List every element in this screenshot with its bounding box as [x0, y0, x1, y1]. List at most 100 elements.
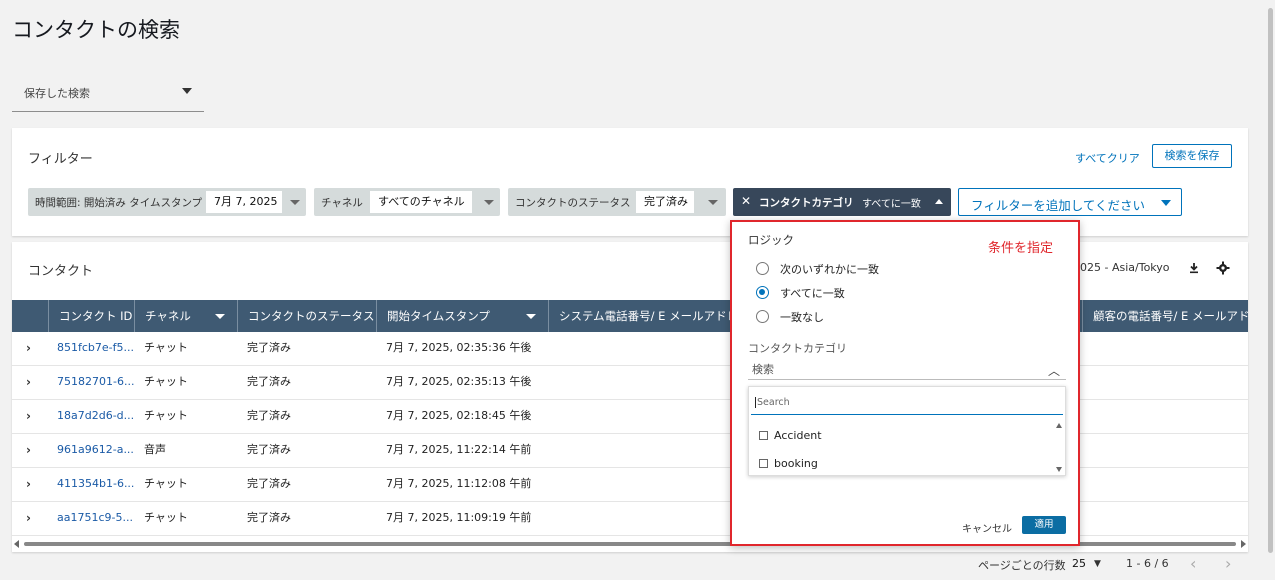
- chevron-right-icon[interactable]: ›: [26, 332, 31, 364]
- filter-chip-contact-category[interactable]: ✕ コンタクトカテゴリ すべてに一致: [733, 188, 951, 216]
- list-item[interactable]: Accident: [759, 429, 822, 445]
- chevron-right-icon[interactable]: ›: [26, 468, 31, 500]
- page-range: 1 - 6 / 6: [1126, 557, 1169, 570]
- status-cell: 完了済み: [247, 477, 291, 490]
- rows-per-page-select[interactable]: 25: [1072, 557, 1086, 570]
- column-header-channel[interactable]: チャネル: [135, 300, 238, 332]
- close-icon[interactable]: ✕: [741, 194, 751, 208]
- chevron-right-icon[interactable]: ›: [26, 502, 31, 534]
- start-timestamp-cell: 7月 7, 2025, 02:35:36 午後: [386, 341, 532, 354]
- start-timestamp-cell: 7月 7, 2025, 11:12:08 午前: [386, 477, 532, 490]
- filter-chip-time-range[interactable]: 時間範囲: 開始済み タイムスタンプ 7月 7, 2025: [28, 188, 306, 216]
- add-filter-label: フィルターを追加してください: [971, 198, 1146, 213]
- download-icon[interactable]: [1188, 262, 1200, 274]
- scroll-left-icon[interactable]: [14, 540, 19, 548]
- contact-id-link[interactable]: 18a7d2d6-d...: [57, 400, 134, 434]
- channel-cell: チャット: [144, 341, 188, 354]
- chevron-up-icon[interactable]: [935, 199, 943, 204]
- scrollbar-thumb[interactable]: [1268, 8, 1273, 553]
- channel-cell: チャット: [144, 375, 188, 388]
- chevron-left-icon[interactable]: ‹: [1190, 554, 1196, 573]
- apply-button[interactable]: 適用: [1022, 516, 1066, 534]
- pagination: ページごとの行数 25 ▼ 1 - 6 / 6 ‹ ›: [0, 552, 1275, 580]
- search-placeholder: Search: [755, 397, 790, 408]
- filter-chip-status[interactable]: コンタクトのステータス 完了済み: [508, 188, 726, 216]
- gear-icon[interactable]: [1216, 261, 1230, 275]
- chevron-right-icon[interactable]: ›: [26, 434, 31, 466]
- contact-id-link[interactable]: aa1751c9-5...: [57, 502, 133, 536]
- column-header-customer-phone[interactable]: 顧客の電話番号/ E メールアドレス: [1083, 300, 1248, 332]
- column-header-start-label: 開始タイムスタンプ: [387, 309, 490, 323]
- chevron-down-icon[interactable]: [708, 200, 718, 205]
- channel-cell: チャット: [144, 477, 188, 490]
- cancel-button[interactable]: キャンセル: [962, 520, 1012, 535]
- list-item[interactable]: booking: [759, 457, 818, 473]
- channel-cell: 音声: [144, 443, 166, 456]
- start-timestamp-cell: 7月 7, 2025, 11:22:14 午前: [386, 443, 532, 456]
- start-timestamp-cell: 7月 7, 2025, 02:18:45 午後: [386, 409, 532, 422]
- annotation-label: 条件を指定: [988, 241, 1054, 256]
- category-search-field[interactable]: 検索 ︿: [748, 358, 1066, 380]
- contact-id-link[interactable]: 961a9612-a...: [57, 434, 134, 468]
- saved-search-dropdown[interactable]: 保存した検索: [12, 74, 204, 112]
- vertical-scrollbar[interactable]: [1266, 0, 1275, 580]
- status-cell: 完了済み: [247, 511, 291, 524]
- radio-label-match-none[interactable]: 一致なし: [780, 309, 824, 325]
- radio-match-any[interactable]: [756, 262, 769, 275]
- chevron-down-icon: [1161, 200, 1171, 206]
- logic-title: ロジック: [748, 233, 794, 247]
- category-list: Search Accident booking: [748, 386, 1066, 476]
- chevron-down-icon[interactable]: [484, 200, 494, 205]
- save-search-button[interactable]: 検索を保存: [1152, 144, 1232, 168]
- chevron-down-icon: [182, 88, 192, 94]
- radio-label-match-all[interactable]: すべてに一致: [780, 285, 845, 301]
- contact-id-link[interactable]: 411354b1-6...: [57, 468, 134, 502]
- scroll-up-icon[interactable]: [1056, 423, 1062, 428]
- contact-id-link[interactable]: 851fcb7e-f5...: [57, 332, 134, 366]
- status-filter-value[interactable]: 完了済み: [636, 191, 694, 213]
- scroll-down-icon[interactable]: [1056, 467, 1062, 472]
- status-cell: 完了済み: [247, 409, 291, 422]
- category-title: コンタクトカテゴリ: [748, 342, 847, 355]
- chevron-down-icon[interactable]: [290, 200, 300, 205]
- category-filter-popover: ロジック 条件を指定 次のいずれかに一致 すべてに一致 一致なし コンタクトカテ…: [730, 220, 1080, 546]
- chevron-right-icon[interactable]: ›: [26, 366, 31, 398]
- radio-match-all[interactable]: [756, 286, 769, 299]
- category-list-search-input[interactable]: Search: [751, 391, 1063, 415]
- status-cell: 完了済み: [247, 443, 291, 456]
- list-item-label: booking: [774, 457, 818, 470]
- contacts-title: コンタクト: [28, 264, 94, 279]
- start-timestamp-cell: 7月 7, 2025, 11:09:19 午前: [386, 511, 532, 524]
- checkbox[interactable]: [759, 459, 768, 468]
- time-range-value[interactable]: 7月 7, 2025: [206, 191, 282, 213]
- page-title: コンタクトの検索: [12, 18, 180, 42]
- filter-title: フィルター: [28, 152, 93, 167]
- time-range-label: 時間範囲: 開始済み タイムスタンプ: [35, 197, 203, 209]
- chevron-right-icon[interactable]: ›: [26, 400, 31, 432]
- chevron-down-icon[interactable]: [215, 314, 225, 319]
- chevron-right-icon[interactable]: ›: [1225, 554, 1231, 573]
- scroll-right-icon[interactable]: [1241, 540, 1246, 548]
- category-search-label: 検索: [752, 363, 774, 376]
- column-header-start-timestamp[interactable]: 開始タイムスタンプ: [377, 300, 549, 332]
- column-header-status[interactable]: コンタクトのステータス: [238, 300, 377, 332]
- chevron-down-icon[interactable]: [526, 314, 536, 319]
- contact-id-link[interactable]: 75182701-6...: [57, 366, 134, 400]
- radio-label-match-any[interactable]: 次のいずれかに一致: [780, 261, 879, 277]
- chevron-down-icon[interactable]: ▼: [1094, 559, 1101, 569]
- expand-column-header: [12, 300, 49, 332]
- checkbox[interactable]: [759, 431, 768, 440]
- radio-match-none[interactable]: [756, 310, 769, 323]
- rows-per-page-label: ページごとの行数: [978, 559, 1066, 572]
- add-filter-button[interactable]: フィルターを追加してください: [958, 188, 1182, 216]
- filter-chip-channel[interactable]: チャネル すべてのチャネル: [314, 188, 500, 216]
- timezone-label: 025 - Asia/Tokyo: [1080, 261, 1170, 274]
- channel-filter-value[interactable]: すべてのチャネル: [370, 191, 472, 213]
- column-header-contact-id[interactable]: コンタクト ID: [49, 300, 135, 332]
- channel-cell: チャット: [144, 511, 188, 524]
- column-header-channel-label: チャネル: [145, 309, 191, 323]
- status-cell: 完了済み: [247, 375, 291, 388]
- clear-all-link[interactable]: すべてクリア: [1075, 150, 1140, 166]
- category-filter-label: コンタクトカテゴリ: [759, 197, 854, 209]
- chevron-up-icon[interactable]: ︿: [1048, 362, 1060, 379]
